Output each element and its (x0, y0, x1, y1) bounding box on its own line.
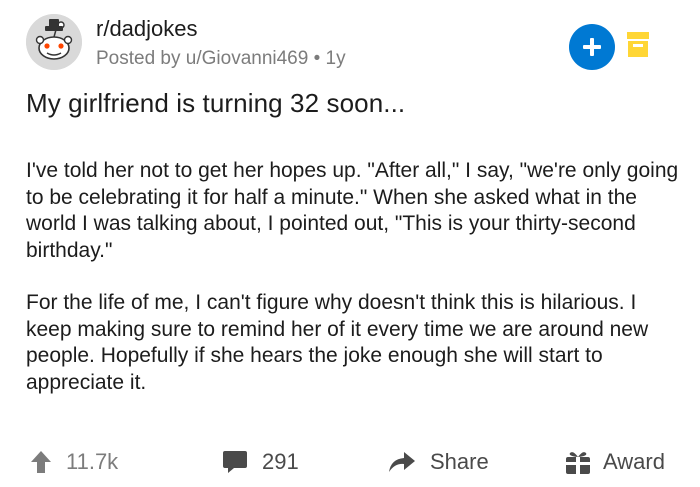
save-icon (627, 32, 649, 57)
post-meta: Posted by u/Giovanni469 • 1y (96, 48, 346, 69)
plus-icon (583, 38, 601, 56)
post-header: r/dadjokes Posted by u/Giovanni469 • 1y (26, 14, 676, 74)
post-paragraph: I've told her not to get her hopes up. "… (26, 159, 679, 262)
post-actions-bar: 11.7k 291 Share Award (0, 440, 700, 484)
post-body: I've told her not to get her hopes up. "… (26, 158, 681, 396)
subreddit-avatar[interactable] (26, 14, 82, 70)
subreddit-name[interactable]: r/dadjokes (96, 16, 198, 42)
gift-award-icon (566, 452, 590, 474)
save-button[interactable] (627, 32, 649, 58)
post-paragraph: For the life of me, I can't figure why d… (26, 291, 649, 394)
comment-count: 291 (262, 449, 299, 474)
share-button[interactable]: Share (388, 446, 489, 478)
join-button[interactable] (569, 24, 615, 70)
snoo-avatar-icon (26, 14, 82, 70)
upvote-button[interactable]: 11.7k (30, 446, 118, 478)
comments-button[interactable]: 291 (222, 446, 299, 478)
share-arrow-icon (389, 452, 415, 472)
upvote-arrow-icon (31, 451, 51, 473)
award-label: Award (603, 449, 665, 474)
award-button[interactable]: Award (565, 446, 665, 478)
vote-count: 11.7k (66, 449, 119, 474)
comment-bubble-icon (223, 451, 247, 473)
share-label: Share (430, 449, 489, 474)
post-title[interactable]: My girlfriend is turning 32 soon... (26, 88, 405, 119)
